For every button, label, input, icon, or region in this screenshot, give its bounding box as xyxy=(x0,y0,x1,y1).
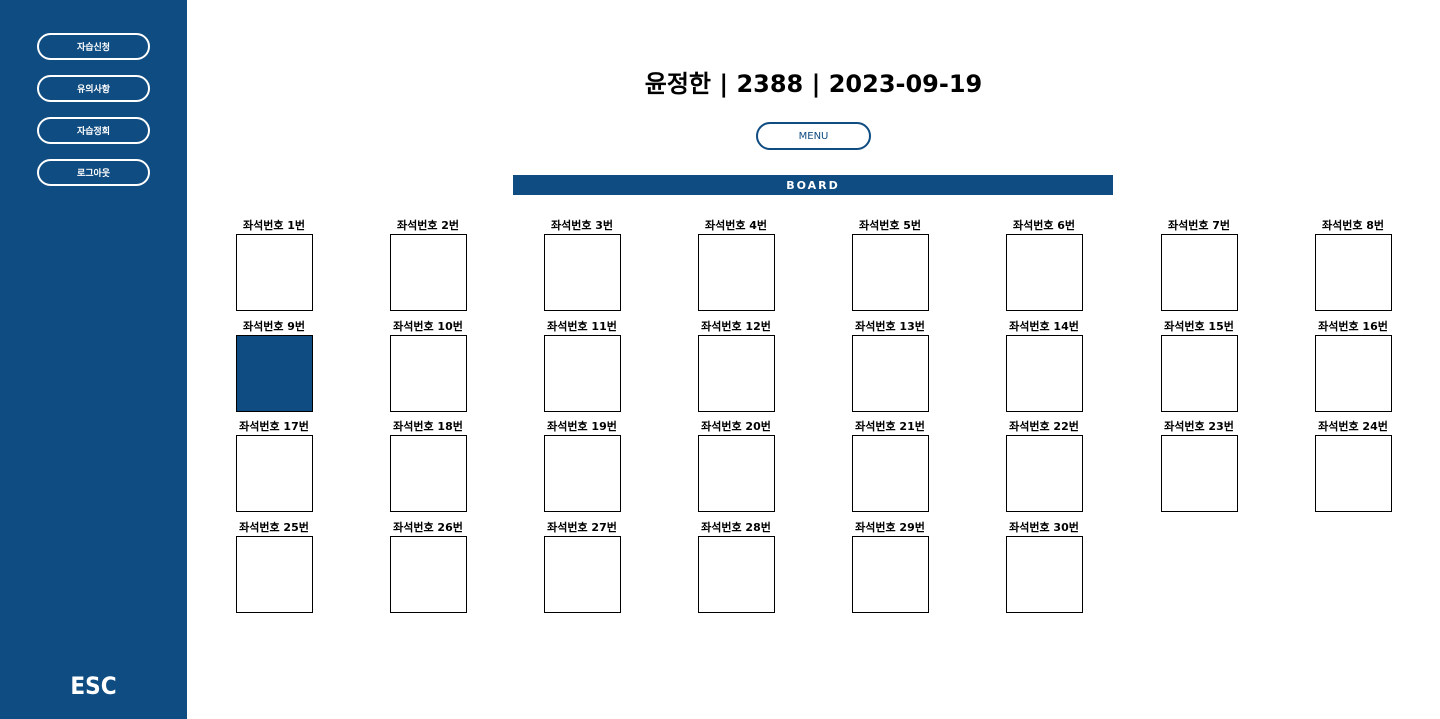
seat-2: 좌석번호 2번 xyxy=(373,219,483,311)
seat-box[interactable] xyxy=(1161,234,1238,311)
seat-11: 좌석번호 11번 xyxy=(527,320,637,412)
seat-label: 좌석번호 2번 xyxy=(396,219,460,232)
seat-label: 좌석번호 14번 xyxy=(1009,320,1079,333)
seat-8: 좌석번호 8번 xyxy=(1298,219,1408,311)
study-status-button[interactable]: 자습정회 xyxy=(37,117,150,144)
seat-16: 좌석번호 16번 xyxy=(1298,320,1408,412)
seat-label: 좌석번호 30번 xyxy=(1009,521,1079,534)
seat-10: 좌석번호 10번 xyxy=(373,320,483,412)
seat-box[interactable] xyxy=(698,536,775,613)
seat-1: 좌석번호 1번 xyxy=(219,219,329,311)
seat-box[interactable] xyxy=(852,234,929,311)
seat-box[interactable] xyxy=(390,335,467,412)
seat-23: 좌석번호 23번 xyxy=(1144,420,1254,512)
seat-26: 좌석번호 26번 xyxy=(373,521,483,613)
seat-box[interactable] xyxy=(1315,335,1392,412)
seat-18: 좌석번호 18번 xyxy=(373,420,483,512)
seat-20: 좌석번호 20번 xyxy=(681,420,791,512)
menu-button[interactable]: MENU xyxy=(756,122,871,150)
seat-label: 좌석번호 27번 xyxy=(547,521,617,534)
seat-box[interactable] xyxy=(236,435,313,512)
seat-label: 좌석번호 8번 xyxy=(1321,219,1385,232)
seat-label: 좌석번호 26번 xyxy=(393,521,463,534)
seat-28: 좌석번호 28번 xyxy=(681,521,791,613)
seat-21: 좌석번호 21번 xyxy=(835,420,945,512)
seat-29: 좌석번호 29번 xyxy=(835,521,945,613)
seat-24: 좌석번호 24번 xyxy=(1298,420,1408,512)
seat-box[interactable] xyxy=(1161,435,1238,512)
seat-13: 좌석번호 13번 xyxy=(835,320,945,412)
seat-label: 좌석번호 9번 xyxy=(242,320,306,333)
seat-19: 좌석번호 19번 xyxy=(527,420,637,512)
seat-box-selected[interactable] xyxy=(236,335,313,412)
seat-5: 좌석번호 5번 xyxy=(835,219,945,311)
seat-label: 좌석번호 28번 xyxy=(701,521,771,534)
seat-label: 좌석번호 24번 xyxy=(1318,420,1388,433)
seat-7: 좌석번호 7번 xyxy=(1144,219,1254,311)
seat-box[interactable] xyxy=(390,435,467,512)
page-title: 윤정한 | 2388 | 2023-09-19 xyxy=(644,70,983,98)
seat-22: 좌석번호 22번 xyxy=(989,420,1099,512)
seat-label: 좌석번호 23번 xyxy=(1164,420,1234,433)
board-title: BOARD xyxy=(513,175,1113,195)
seat-label: 좌석번호 10번 xyxy=(393,320,463,333)
seat-14: 좌석번호 14번 xyxy=(989,320,1099,412)
seat-label: 좌석번호 12번 xyxy=(701,320,771,333)
seat-6: 좌석번호 6번 xyxy=(989,219,1099,311)
seat-label: 좌석번호 17번 xyxy=(239,420,309,433)
study-apply-button[interactable]: 자습신청 xyxy=(37,33,150,60)
seat-box[interactable] xyxy=(544,335,621,412)
seat-box[interactable] xyxy=(390,536,467,613)
seat-box[interactable] xyxy=(544,536,621,613)
seat-label: 좌석번호 7번 xyxy=(1167,219,1231,232)
seat-box[interactable] xyxy=(698,234,775,311)
notice-button[interactable]: 유의사항 xyxy=(37,75,150,102)
seat-box[interactable] xyxy=(1161,335,1238,412)
seat-label: 좌석번호 16번 xyxy=(1318,320,1388,333)
seat-12: 좌석번호 12번 xyxy=(681,320,791,412)
seat-box[interactable] xyxy=(1006,435,1083,512)
seat-label: 좌석번호 3번 xyxy=(550,219,614,232)
esc-logo: ESC xyxy=(70,672,117,700)
seat-label: 좌석번호 22번 xyxy=(1009,420,1079,433)
seat-box[interactable] xyxy=(1006,536,1083,613)
seat-label: 좌석번호 1번 xyxy=(242,219,306,232)
seat-label: 좌석번호 15번 xyxy=(1164,320,1234,333)
sidebar: 자습신청 유의사항 자습정회 로그아웃 ESC xyxy=(0,0,187,719)
seat-box[interactable] xyxy=(1315,234,1392,311)
seat-box[interactable] xyxy=(544,234,621,311)
seat-box[interactable] xyxy=(390,234,467,311)
seat-box[interactable] xyxy=(698,335,775,412)
seat-9: 좌석번호 9번 xyxy=(219,320,329,412)
seat-label: 좌석번호 29번 xyxy=(855,521,925,534)
seat-3: 좌석번호 3번 xyxy=(527,219,637,311)
seat-label: 좌석번호 25번 xyxy=(239,521,309,534)
seat-box[interactable] xyxy=(236,234,313,311)
seat-box[interactable] xyxy=(852,435,929,512)
seat-25: 좌석번호 25번 xyxy=(219,521,329,613)
seat-box[interactable] xyxy=(852,536,929,613)
seat-box[interactable] xyxy=(236,536,313,613)
seat-label: 좌석번호 18번 xyxy=(393,420,463,433)
seat-box[interactable] xyxy=(852,335,929,412)
seat-box[interactable] xyxy=(544,435,621,512)
logout-button[interactable]: 로그아웃 xyxy=(37,159,150,186)
seat-label: 좌석번호 13번 xyxy=(855,320,925,333)
seat-label: 좌석번호 19번 xyxy=(547,420,617,433)
seat-30: 좌석번호 30번 xyxy=(989,521,1099,613)
seat-label: 좌석번호 6번 xyxy=(1012,219,1076,232)
seat-27: 좌석번호 27번 xyxy=(527,521,637,613)
seat-4: 좌석번호 4번 xyxy=(681,219,791,311)
seat-label: 좌석번호 4번 xyxy=(704,219,768,232)
seat-box[interactable] xyxy=(1006,234,1083,311)
seat-box[interactable] xyxy=(698,435,775,512)
seat-label: 좌석번호 5번 xyxy=(858,219,922,232)
seat-15: 좌석번호 15번 xyxy=(1144,320,1254,412)
seat-label: 좌석번호 21번 xyxy=(855,420,925,433)
seat-box[interactable] xyxy=(1315,435,1392,512)
seat-label: 좌석번호 20번 xyxy=(701,420,771,433)
seat-box[interactable] xyxy=(1006,335,1083,412)
seat-label: 좌석번호 11번 xyxy=(547,320,617,333)
seat-17: 좌석번호 17번 xyxy=(219,420,329,512)
